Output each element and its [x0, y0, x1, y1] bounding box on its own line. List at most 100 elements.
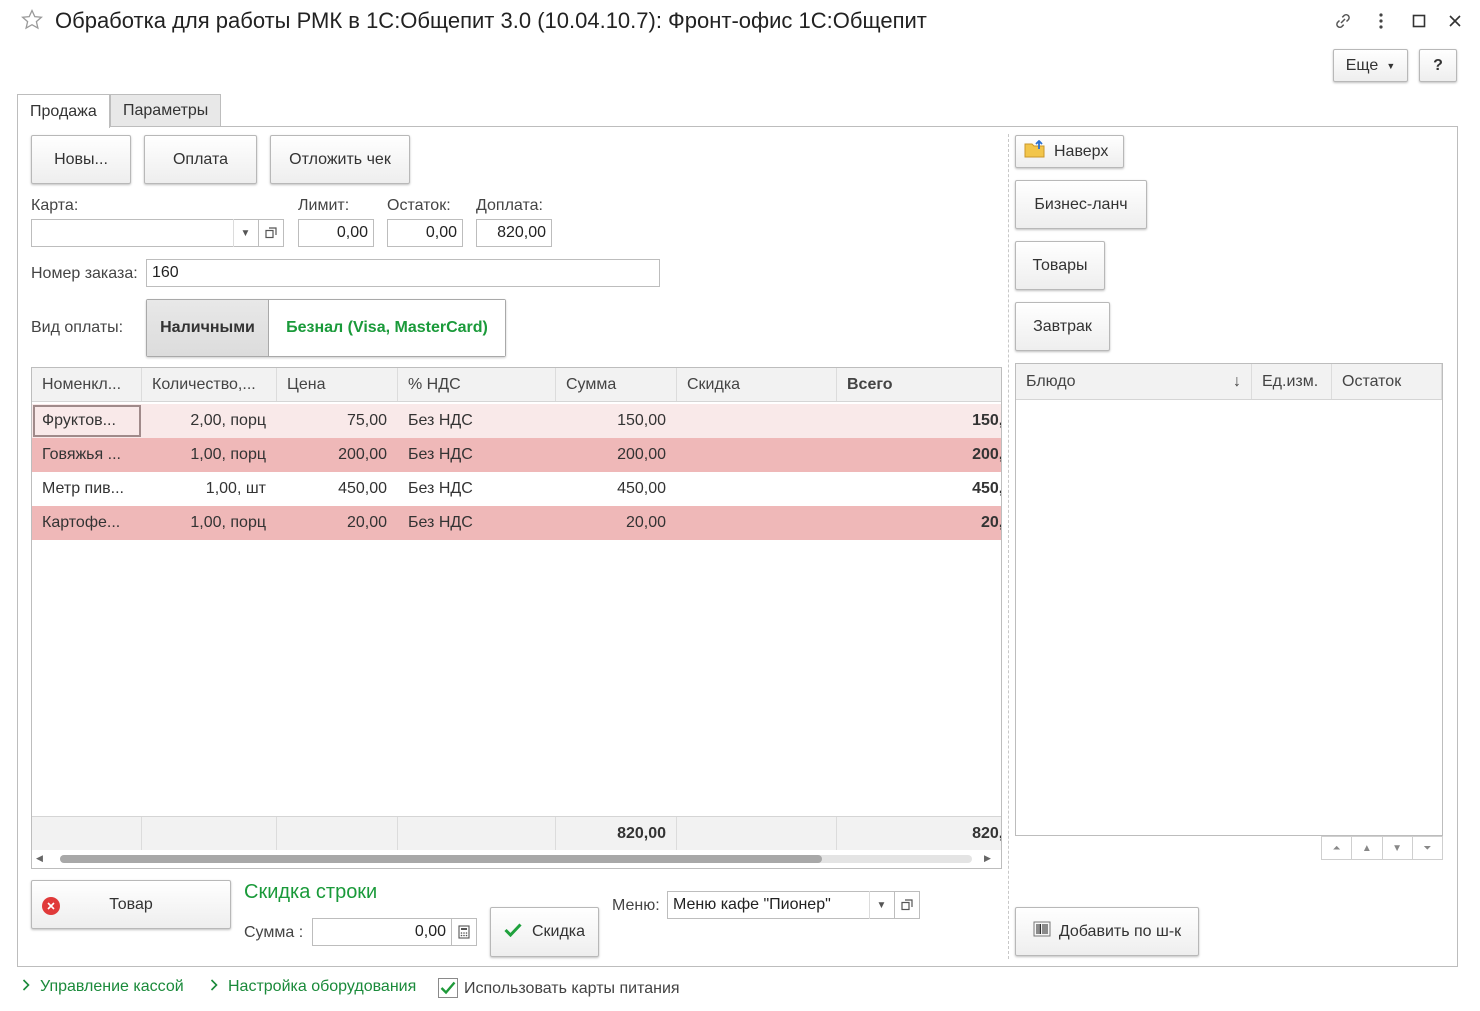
scroll-thumb[interactable] — [60, 855, 822, 863]
use-meal-cards-checkbox[interactable] — [438, 978, 458, 998]
more-vertical-icon[interactable] — [1368, 8, 1394, 34]
move-first-icon[interactable]: ⏶ — [1322, 837, 1353, 859]
limit-field[interactable]: 0,00 — [298, 219, 374, 247]
cell-vat[interactable]: Без НДС — [398, 472, 556, 506]
column-header-rest[interactable]: Остаток — [1332, 364, 1442, 399]
cell-name[interactable]: Говяжья ... — [32, 438, 142, 472]
group-button-goods[interactable]: Товары — [1015, 241, 1105, 290]
discount-sum-field[interactable]: 0,00 — [312, 918, 452, 946]
cell-total[interactable]: 150,00 — [837, 404, 1001, 438]
rest-label: Остаток: — [387, 197, 451, 214]
group-button-business-lunch[interactable]: Бизнес-ланч — [1015, 180, 1147, 229]
go-up-button[interactable]: Наверх — [1015, 135, 1124, 168]
cell-total[interactable]: 450,00 — [837, 472, 1001, 506]
apply-discount-button[interactable]: Скидка — [490, 907, 599, 957]
calculator-icon[interactable] — [451, 918, 477, 946]
table-horizontal-scrollbar[interactable]: ◀ ▶ — [32, 850, 1001, 868]
cell-discount[interactable] — [677, 472, 837, 506]
column-header-total[interactable]: Всего — [837, 368, 1001, 401]
more-button[interactable]: Еще ▼ — [1333, 49, 1408, 82]
table-row[interactable]: Метр пив... 1,00, шт 450,00 Без НДС 450,… — [32, 472, 1001, 506]
column-header-unit[interactable]: Ед.изм. — [1252, 364, 1332, 399]
order-number-field[interactable]: 160 — [146, 259, 660, 287]
scroll-right-icon[interactable]: ▶ — [984, 853, 991, 864]
cell-vat[interactable]: Без НДС — [398, 438, 556, 472]
extra-payment-field[interactable]: 820,00 — [476, 219, 552, 247]
panel-divider — [1008, 134, 1009, 959]
remove-goods-button[interactable]: Товар — [31, 880, 231, 929]
move-last-icon[interactable]: ⏷ — [1413, 837, 1442, 859]
cell-price[interactable]: 200,00 — [277, 438, 398, 472]
column-header-qty[interactable]: Количество,... — [142, 368, 277, 401]
table-header: Номенкл... Количество,... Цена % НДС Сум… — [32, 368, 1001, 402]
table-row[interactable]: Картофе... 1,00, порц 20,00 Без НДС 20,0… — [32, 506, 1001, 540]
move-up-icon[interactable]: ▲ — [1352, 837, 1383, 859]
footer-cell — [142, 817, 277, 851]
column-header-name[interactable]: Номенкл... — [32, 368, 142, 401]
cell-name[interactable]: Картофе... — [32, 506, 142, 540]
cell-sum[interactable]: 150,00 — [556, 404, 677, 438]
menu-select[interactable]: Меню кафе "Пионер" — [667, 891, 895, 919]
sort-down-icon: ↓ — [1233, 372, 1241, 390]
cash-management-link[interactable]: Управление кассой — [22, 978, 184, 996]
column-header-vat[interactable]: % НДС — [398, 368, 556, 401]
column-header-discount[interactable]: Скидка — [677, 368, 837, 401]
close-icon[interactable] — [1442, 8, 1468, 34]
cell-name[interactable]: Метр пив... — [32, 472, 142, 506]
column-header-dish-label: Блюдо — [1026, 372, 1076, 390]
cell-discount[interactable] — [677, 438, 837, 472]
cell-price[interactable]: 75,00 — [277, 404, 398, 438]
cell-qty[interactable]: 1,00, порц — [142, 438, 277, 472]
add-by-barcode-button[interactable]: Добавить по ш-к — [1015, 907, 1199, 956]
barcode-icon — [1033, 920, 1051, 943]
column-header-sum[interactable]: Сумма — [556, 368, 677, 401]
card-open-icon[interactable] — [258, 219, 284, 247]
card-input[interactable] — [31, 219, 259, 247]
menu-dropdown-icon[interactable]: ▼ — [869, 891, 893, 919]
payment-card-option[interactable]: Безнал (Visa, MasterCard) — [269, 300, 505, 356]
table-row[interactable]: Фруктов... 2,00, порц 75,00 Без НДС 150,… — [32, 404, 1001, 438]
pay-button[interactable]: Оплата — [144, 135, 257, 184]
cell-sum[interactable]: 20,00 — [556, 506, 677, 540]
card-dropdown-icon[interactable]: ▼ — [233, 219, 257, 247]
cell-sum[interactable]: 450,00 — [556, 472, 677, 506]
cell-qty[interactable]: 1,00, порц — [142, 506, 277, 540]
column-header-price[interactable]: Цена — [277, 368, 398, 401]
move-down-icon[interactable]: ▼ — [1383, 837, 1413, 859]
help-button[interactable]: ? — [1419, 49, 1457, 82]
tab-parameters[interactable]: Параметры — [110, 94, 222, 127]
tab-sale[interactable]: Продажа — [17, 94, 110, 128]
chevron-down-icon: ▼ — [1386, 60, 1396, 71]
dishes-nav-buttons: ⏶ ▲ ▼ ⏷ — [1321, 836, 1443, 860]
cell-price[interactable]: 450,00 — [277, 472, 398, 506]
window-title: Обработка для работы РМК в 1С:Общепит 3.… — [55, 8, 927, 33]
cell-discount[interactable] — [677, 506, 837, 540]
defer-check-button[interactable]: Отложить чек — [270, 135, 410, 184]
order-number-label: Номер заказа: — [31, 265, 138, 282]
footer-cell — [677, 817, 837, 851]
cell-name[interactable]: Фруктов... — [32, 404, 142, 438]
apply-discount-label: Скидка — [531, 923, 586, 940]
cell-total[interactable]: 20,00 — [837, 506, 1001, 540]
new-button[interactable]: Новы... — [31, 135, 131, 184]
cell-qty[interactable]: 2,00, порц — [142, 404, 277, 438]
payment-cash-option[interactable]: Наличными — [147, 300, 269, 356]
equipment-settings-link[interactable]: Настройка оборудования — [210, 978, 416, 996]
rest-field[interactable]: 0,00 — [387, 219, 463, 247]
dishes-table-header: Блюдо ↓ Ед.изм. Остаток — [1016, 364, 1442, 400]
cell-vat[interactable]: Без НДС — [398, 404, 556, 438]
cell-price[interactable]: 20,00 — [277, 506, 398, 540]
favorite-star-icon[interactable] — [20, 8, 44, 32]
maximize-icon[interactable] — [1406, 8, 1432, 34]
cell-total[interactable]: 200,00 — [837, 438, 1001, 472]
scroll-left-icon[interactable]: ◀ — [36, 853, 43, 864]
cell-vat[interactable]: Без НДС — [398, 506, 556, 540]
group-button-breakfast[interactable]: Завтрак — [1015, 302, 1110, 351]
menu-open-icon[interactable] — [894, 891, 920, 919]
cell-qty[interactable]: 1,00, шт — [142, 472, 277, 506]
cell-sum[interactable]: 200,00 — [556, 438, 677, 472]
column-header-dish[interactable]: Блюдо ↓ — [1016, 364, 1252, 399]
link-icon[interactable] — [1330, 8, 1356, 34]
cell-discount[interactable] — [677, 404, 837, 438]
table-row[interactable]: Говяжья ... 1,00, порц 200,00 Без НДС 20… — [32, 438, 1001, 472]
